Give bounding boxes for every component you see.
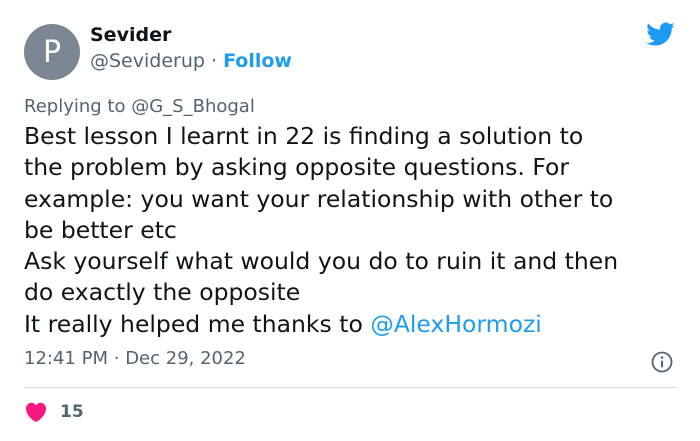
mention-link[interactable]: @AlexHormozi [370,310,542,338]
tweet-date: Dec 29, 2022 [125,348,246,369]
replying-to-mention[interactable]: @G_S_Bhogal [131,96,255,117]
tweet-line: Ask yourself what would you do to ruin i… [24,247,619,276]
tweet-line: example: you want your relationship with… [24,184,614,213]
info-icon[interactable] [650,350,674,374]
twitter-bird-icon[interactable] [643,19,677,49]
tweet-line-text: It really helped me thanks to [24,309,363,338]
tweet-line: the problem by asking opposite questions… [24,153,570,182]
author-handle-row: @Seviderup · Follow [90,50,292,72]
heart-icon [25,402,47,422]
handle-separator: · [210,50,218,72]
replying-to: Replying to @G_S_Bhogal [24,96,255,117]
tweet-line: Best lesson I learnt in 22 is finding a … [24,122,584,150]
replying-to-prefix: Replying to [24,96,126,117]
tweet-line: It really helped me thanks to @AlexHormo… [24,309,684,340]
tweet-time: 12:41 PM [24,348,108,369]
avatar[interactable]: P [24,24,80,80]
tweet-timestamp[interactable]: 12:41 PM · Dec 29, 2022 [24,348,246,369]
author-handle[interactable]: @Seviderup [90,50,205,72]
tweet-line: do exactly the opposite [24,278,301,307]
like-count: 15 [60,402,84,422]
tweet-line: be better etc [24,215,177,244]
follow-button[interactable]: Follow [223,50,292,72]
like-button[interactable]: 15 [24,400,84,424]
author-name[interactable]: Sevider [90,24,171,46]
avatar-letter: P [42,34,62,70]
tweet-text: Best lesson I learnt in 22 is finding a … [24,121,684,340]
timestamp-separator: · [113,348,120,369]
divider [24,387,677,388]
